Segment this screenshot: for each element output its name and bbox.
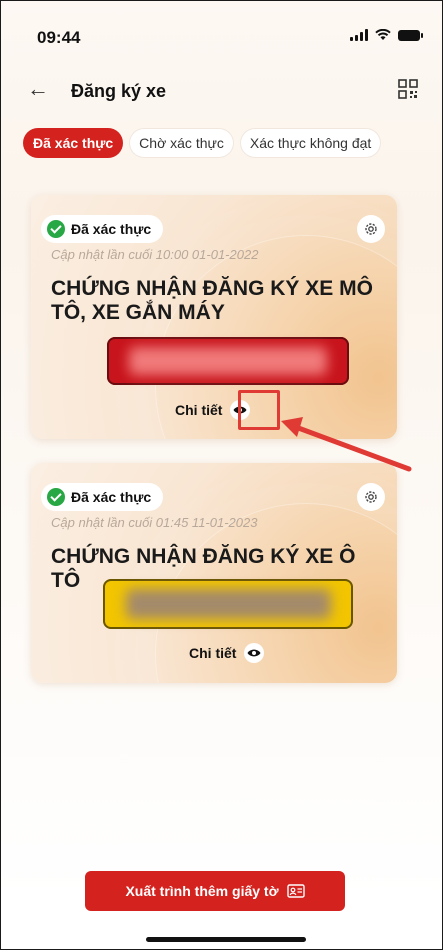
phone-screen: 09:44 ← Đăng ký xe Đã xác thực Chờ xác t… — [0, 0, 443, 950]
home-indicator — [146, 937, 306, 942]
id-card-icon — [286, 884, 305, 898]
annotation-arrow — [281, 417, 412, 472]
present-more-documents-button[interactable]: Xuất trình thêm giấy tờ — [85, 871, 345, 911]
cta-label: Xuất trình thêm giấy tờ — [125, 883, 279, 899]
